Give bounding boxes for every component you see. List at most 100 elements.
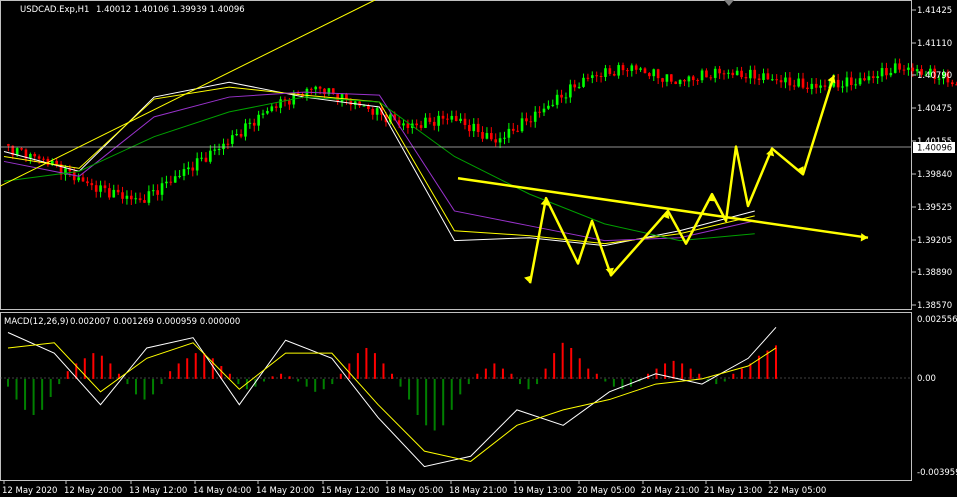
candle-body [222, 143, 225, 150]
candle-body [907, 67, 910, 70]
candle-body [226, 143, 230, 145]
candle-body [551, 104, 555, 106]
candle-body [850, 77, 853, 86]
candle-body [103, 185, 107, 189]
candle-body [823, 85, 827, 87]
candle-body [244, 123, 247, 137]
candle-body [762, 73, 765, 80]
price-tick-label: 1.41110 [917, 39, 952, 49]
candle-body [836, 79, 840, 88]
candle-body [621, 65, 625, 71]
candle-body [437, 115, 440, 126]
candle-body [116, 189, 120, 193]
candle-body [200, 157, 203, 159]
time-label: 22 May 05:00 [768, 486, 826, 496]
candle-body [178, 175, 181, 177]
candle-body [125, 195, 129, 199]
candle-body [187, 167, 190, 170]
candle-body [569, 84, 572, 98]
chart-shift-marker[interactable] [724, 0, 734, 6]
chart-window: USDCAD.Exp,H1 1.40012 1.40106 1.39939 1.… [0, 0, 957, 497]
candle-body [608, 68, 612, 74]
time-label: 19 May 13:00 [513, 486, 571, 496]
candle-body [753, 69, 757, 79]
time-label: 14 May 04:00 [193, 486, 251, 496]
candle-body [503, 137, 506, 139]
candle-body [419, 125, 423, 128]
candle-body [648, 73, 651, 77]
candle-body [415, 123, 418, 126]
candle-body [7, 144, 10, 146]
time-label: 12 May 2020 [2, 486, 57, 496]
candle-body [586, 77, 590, 79]
candle-body [490, 133, 493, 140]
candle-body [757, 78, 761, 80]
candle-body [810, 83, 814, 89]
svg-text:1.40096: 1.40096 [917, 144, 952, 154]
candle-body [595, 75, 598, 77]
candle-body [665, 74, 669, 82]
candle-body [801, 78, 805, 88]
price-tick-label: 1.38570 [917, 301, 952, 311]
candle-body [639, 68, 642, 70]
candle-body [20, 148, 23, 150]
macd-title: MACD(12,26,9) [4, 317, 69, 327]
candle-body [700, 70, 704, 81]
trendline[interactable] [457, 177, 869, 239]
candle-body [555, 94, 559, 105]
candle-body [143, 200, 146, 203]
macd-values: 0.002007 0.001269 0.000959 0.000000 [70, 317, 240, 327]
candle-body [867, 76, 871, 81]
candle-body [902, 69, 906, 71]
candle-body [450, 115, 454, 120]
candle-body [573, 84, 577, 88]
candle-body [507, 128, 511, 138]
candle-body [696, 80, 699, 82]
candle-body [525, 118, 528, 122]
candle-body [630, 65, 634, 71]
time-label: 20 May 05:00 [577, 486, 635, 496]
candle-body [42, 158, 45, 160]
moving-average-line [3, 86, 755, 245]
chart-svg[interactable]: USDCAD.Exp,H1 1.40012 1.40106 1.39939 1.… [0, 0, 957, 497]
candle-body [476, 123, 480, 133]
candle-body [876, 76, 879, 79]
candle-body [235, 134, 238, 136]
candle-body [318, 86, 322, 89]
candle-body [217, 149, 221, 151]
candle-body [345, 93, 348, 99]
candle-body [683, 79, 686, 82]
candle-body [191, 167, 195, 171]
candle-body [147, 191, 151, 203]
price-tick-label: 1.39205 [917, 236, 952, 246]
candle-body [454, 115, 458, 121]
price-tick-label: 1.41425 [917, 6, 952, 16]
candle-body [305, 88, 309, 98]
candle-body [749, 69, 752, 79]
candle-body [814, 83, 818, 88]
candle-body [213, 149, 217, 151]
candle-body [77, 177, 80, 181]
candle-body [533, 111, 537, 122]
price-tick-label: 1.40790 [917, 71, 952, 81]
candle-body [494, 139, 498, 143]
candle-body [94, 185, 98, 192]
candle-body [889, 72, 893, 76]
moving-averages [3, 81, 755, 247]
candle-body [806, 87, 809, 89]
time-label: 18 May 21:00 [449, 486, 507, 496]
wave-pattern[interactable] [528, 74, 836, 284]
candle-body [463, 118, 467, 126]
candle-body [169, 181, 173, 183]
candle-body [797, 78, 800, 87]
candle-body [138, 198, 142, 201]
candle-body [779, 80, 783, 83]
candle-body [485, 133, 489, 139]
candle-body [441, 115, 445, 119]
price-tick-label: 1.40475 [917, 104, 952, 114]
candle-body [402, 123, 405, 126]
candle-body [406, 123, 410, 128]
candle-body [880, 68, 884, 77]
candle-body [770, 79, 774, 81]
time-label: 12 May 20:00 [64, 486, 122, 496]
